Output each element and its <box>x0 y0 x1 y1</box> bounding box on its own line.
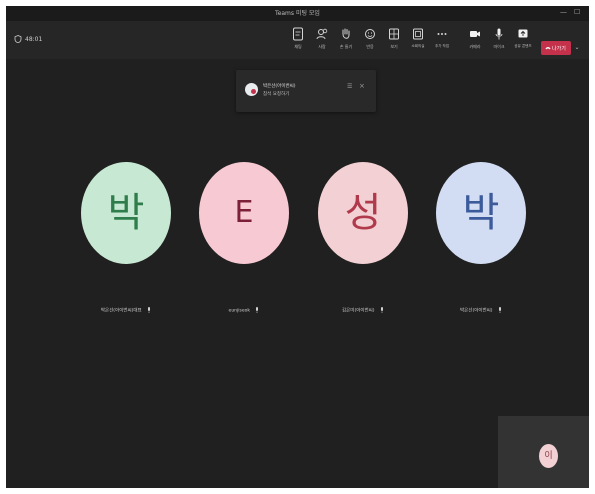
chat-label: 채팅 <box>294 44 302 49</box>
people-button[interactable]: 사람 <box>310 25 334 55</box>
view-icon <box>389 28 399 40</box>
participant-tile[interactable]: 성 김은미(아이번씨) <box>308 162 418 314</box>
meeting-toolbar: 48:01 채팅 사람 손 들기 반응 보기 소회의실 추가 작업 카메라 마이… <box>6 21 589 59</box>
chat-button[interactable]: 채팅 <box>286 25 310 55</box>
participant-name: 박은선(아이번씨)대표 <box>100 308 142 314</box>
share-label: 공유 콘텐츠 <box>514 44 532 48</box>
participant-avatar: E <box>199 162 289 264</box>
menu-icon[interactable]: ☰ <box>347 83 352 90</box>
self-avatar: 이 <box>539 444 558 468</box>
raise-hand-icon <box>342 28 350 39</box>
view-label: 보기 <box>390 44 398 49</box>
camera-icon <box>470 31 480 37</box>
chat-icon <box>293 27 303 41</box>
breakout-rooms-icon <box>413 28 423 40</box>
reactions-button[interactable]: 반응 <box>358 25 382 55</box>
breakout-rooms-label: 소회의실 <box>411 44 425 48</box>
title-bar: Teams 미팅 모임 — ☐ <box>6 6 589 21</box>
people-icon <box>316 28 328 40</box>
mic-label: 마이크 <box>493 44 505 49</box>
teams-meeting-window: Teams 미팅 모임 — ☐ 48:01 채팅 사람 손 들기 반응 보기 소… <box>6 6 589 488</box>
notification-message: 참석 요청하기 <box>263 92 290 97</box>
people-label: 사람 <box>318 44 326 49</box>
camera-label: 카메라 <box>469 44 481 49</box>
mic-button[interactable]: 마이크 <box>487 25 511 55</box>
participant-name-row: 박은선(아이번씨)대표 <box>71 307 181 314</box>
mic-icon <box>380 307 383 313</box>
participant-name-row: eunjiseok <box>189 307 299 314</box>
participant-tile[interactable]: E eunjiseok <box>189 162 299 314</box>
camera-button[interactable]: 카메라 <box>463 25 487 55</box>
participant-avatar: 박 <box>436 162 526 264</box>
view-button[interactable]: 보기 <box>382 25 406 55</box>
shield-icon <box>14 35 22 43</box>
mic-icon <box>495 28 503 40</box>
mic-icon <box>256 307 259 313</box>
raise-hand-button[interactable]: 손 들기 <box>334 25 358 55</box>
leave-options-chevron-icon[interactable]: ⌄ <box>572 41 582 55</box>
raise-hand-label: 손 들기 <box>339 44 353 49</box>
status-dot <box>251 89 256 94</box>
participant-avatar: 박 <box>81 162 171 264</box>
minimize-button[interactable]: — <box>560 8 567 16</box>
maximize-button[interactable]: ☐ <box>574 8 580 16</box>
more-icon <box>437 33 447 35</box>
join-request-notification[interactable]: 박은선(아이번씨) 참석 요청하기 ☰ × <box>236 70 376 112</box>
reactions-label: 반응 <box>366 44 374 49</box>
participant-tile[interactable]: 박 박은선(아이번씨) <box>426 162 536 314</box>
more-button[interactable]: 추가 작업 <box>430 25 454 55</box>
participant-name-row: 김은미(아이번씨) <box>308 307 418 314</box>
close-icon[interactable]: × <box>359 82 365 90</box>
mic-icon <box>498 307 501 313</box>
participant-avatar: 성 <box>318 162 408 264</box>
breakout-rooms-button[interactable]: 소회의실 <box>406 25 430 55</box>
more-label: 추가 작업 <box>435 44 449 48</box>
share-icon <box>518 29 528 38</box>
participant-name: 김은미(아이번씨) <box>342 308 375 314</box>
reactions-icon <box>365 29 375 39</box>
notification-name: 박은선(아이번씨) <box>263 84 296 89</box>
participant-name: eunjiseok <box>228 308 250 314</box>
participant-name: 박은선(아이번씨) <box>460 308 493 314</box>
participant-name-row: 박은선(아이번씨) <box>426 307 536 314</box>
window-title: Teams 미팅 모임 <box>275 10 320 17</box>
self-view-tile[interactable]: 이 <box>498 416 589 488</box>
leave-button[interactable]: 나가기 <box>541 41 571 55</box>
participant-tile[interactable]: 박 박은선(아이번씨)대표 <box>71 162 181 314</box>
leave-label: 나가기 <box>552 46 566 52</box>
phone-icon <box>545 47 551 50</box>
meeting-timer: 48:01 <box>25 36 43 43</box>
share-button[interactable]: 공유 콘텐츠 <box>511 25 535 55</box>
avatar <box>245 83 258 96</box>
mic-icon <box>148 307 151 313</box>
